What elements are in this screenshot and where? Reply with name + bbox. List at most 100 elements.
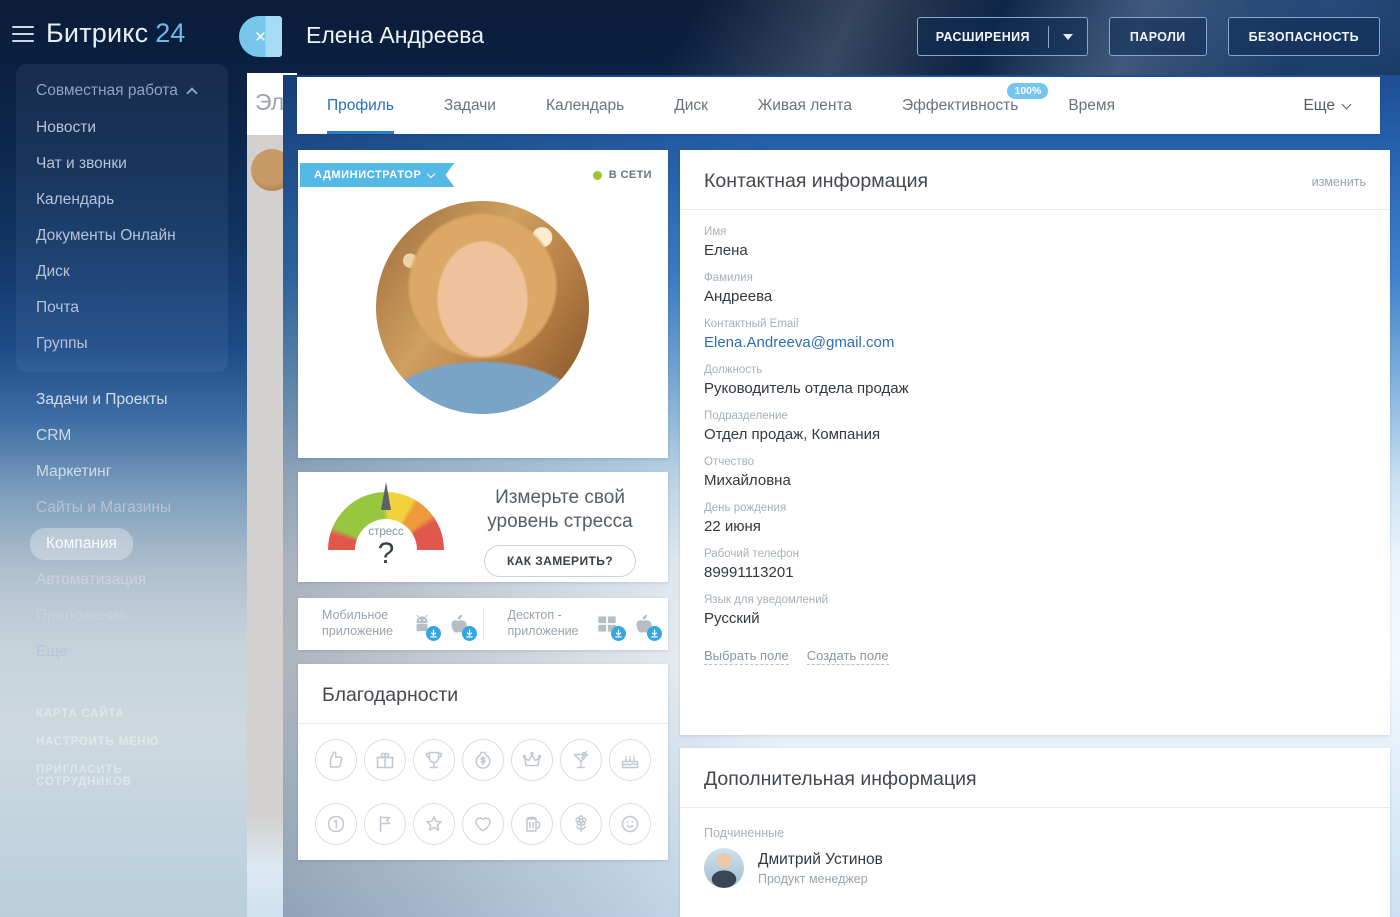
field-value: Елена xyxy=(704,242,1366,259)
stress-card: стресс ? Измерьте свой уровень стресса К… xyxy=(298,472,668,582)
heart-icon[interactable] xyxy=(462,803,504,845)
gift-icon[interactable] xyxy=(364,739,406,781)
sidebar-item-active[interactable]: Компания xyxy=(30,528,133,560)
subordinates-label: Подчиненные xyxy=(680,808,1390,848)
field-label: Отчество xyxy=(704,456,1366,468)
field-value: 22 июня xyxy=(704,518,1366,535)
subordinate-row[interactable]: Дмитрий Устинов Продукт менеджер xyxy=(680,848,1390,888)
download-icon xyxy=(647,626,662,641)
sidebar-item[interactable]: Календарь xyxy=(16,182,228,218)
sidebar-footer-link[interactable]: ПРИГЛАСИТЬ СОТРУДНИКОВ xyxy=(16,756,228,796)
field-value: Михайловна xyxy=(704,472,1366,489)
field-action-link[interactable]: Создать поле xyxy=(807,648,889,665)
extensions-button[interactable]: РАСШИРЕНИЯ xyxy=(917,17,1088,56)
sidebar-item[interactable]: Автоматизация xyxy=(16,562,228,598)
field-action-link[interactable]: Выбрать поле xyxy=(704,648,789,665)
sidebar-footer-link[interactable]: НАСТРОИТЬ МЕНЮ xyxy=(16,728,228,756)
sidebar-footer-link[interactable]: КАРТА САЙТА xyxy=(16,700,228,728)
gratitude-title: Благодарности xyxy=(298,664,668,723)
cake-icon[interactable] xyxy=(609,739,651,781)
mobile-app-label: Мобильное приложение xyxy=(322,608,399,639)
thumbs-up-icon[interactable] xyxy=(315,739,357,781)
download-icon xyxy=(426,626,441,641)
tab[interactable]: Календарь xyxy=(546,77,624,134)
contact-field: Язык для уведомлений Русский xyxy=(704,594,1366,627)
gauge-needle-icon xyxy=(381,482,391,510)
sidebar-item[interactable]: Документы Онлайн xyxy=(16,218,228,254)
trophy-icon[interactable] xyxy=(413,739,455,781)
sidebar-item[interactable]: Задачи и Проекты xyxy=(16,382,228,418)
tab-more[interactable]: Еще xyxy=(1303,77,1350,134)
field-value: 89991113201 xyxy=(704,564,1366,581)
sidebar-group-header[interactable]: Совместная работа xyxy=(16,72,228,110)
chevron-up-icon xyxy=(186,87,197,98)
tab[interactable]: Время xyxy=(1068,77,1115,134)
smiley-icon[interactable] xyxy=(609,803,651,845)
sidebar: Совместная работа НовостиЧат и звонкиКал… xyxy=(16,64,228,796)
windows-download-button[interactable] xyxy=(594,611,620,637)
sidebar-item[interactable]: Чат и звонки xyxy=(16,146,228,182)
security-button[interactable]: БЕЗОПАСНОСТЬ xyxy=(1228,17,1380,56)
sidebar-item[interactable]: Новости xyxy=(16,110,228,146)
field-label: Должность xyxy=(704,364,1366,376)
flower-icon[interactable] xyxy=(560,803,602,845)
field-value: Андреева xyxy=(704,288,1366,305)
sidebar-item[interactable]: Почта xyxy=(16,290,228,326)
tab[interactable]: Профиль xyxy=(327,77,394,134)
how-to-measure-button[interactable]: КАК ЗАМЕРИТЬ? xyxy=(484,545,636,577)
sidebar-item[interactable]: Сайты и Магазины xyxy=(16,490,228,526)
hamburger-icon[interactable] xyxy=(12,26,34,42)
field-label: Фамилия xyxy=(704,272,1366,284)
field-label: Подразделение xyxy=(704,410,1366,422)
tab[interactable]: Диск xyxy=(674,77,708,134)
chevron-down-icon xyxy=(1342,99,1352,109)
contact-footer-links: Выбрать поле Создать поле xyxy=(680,640,1390,673)
first-place-medal-icon[interactable] xyxy=(315,803,357,845)
sidebar-item[interactable]: Еще xyxy=(16,634,228,670)
page-title: Елена Андреева xyxy=(306,22,484,49)
profile-avatar[interactable] xyxy=(376,201,589,414)
tab[interactable]: Эффективность 100% xyxy=(902,77,1018,134)
field-label: Имя xyxy=(704,226,1366,238)
admin-role-badge[interactable]: АДМИНИСТРАТОР xyxy=(300,163,454,187)
profile-tabbar: Профиль Задачи Календарь Диск Живая лент… xyxy=(297,77,1380,134)
efficiency-badge: 100% xyxy=(1007,83,1048,99)
crown-icon[interactable] xyxy=(511,739,553,781)
desktop-app-label: Десктоп - приложение xyxy=(508,608,585,639)
tabs: Профиль Задачи Календарь Диск Живая лент… xyxy=(327,77,1165,134)
extensions-dropdown[interactable] xyxy=(1049,18,1087,55)
subordinate-role: Продукт менеджер xyxy=(758,872,883,886)
subordinate-name: Дмитрий Устинов xyxy=(758,851,883,869)
additional-info-card: Дополнительная информация Подчиненные Дм… xyxy=(680,748,1390,917)
mac-download-button[interactable] xyxy=(630,611,656,637)
field-label: Контактный Email xyxy=(704,318,1366,330)
stress-gauge-icon: стресс ? xyxy=(328,484,444,570)
tab[interactable]: Живая лента xyxy=(758,77,852,134)
sidebar-item[interactable]: Диск xyxy=(16,254,228,290)
flag-icon[interactable] xyxy=(364,803,406,845)
passwords-button[interactable]: ПАРОЛИ xyxy=(1109,17,1207,56)
field-label: День рождения xyxy=(704,502,1366,514)
money-bag-icon[interactable] xyxy=(462,739,504,781)
gauge-question-mark: ? xyxy=(328,537,444,571)
contact-field: Контактный Email Elena.Andreeva@gmail.co… xyxy=(704,318,1366,351)
android-download-button[interactable] xyxy=(409,611,435,637)
sidebar-item[interactable]: Группы xyxy=(16,326,228,362)
appstore-download-button[interactable] xyxy=(445,611,471,637)
tab[interactable]: Задачи xyxy=(444,77,496,134)
sidebar-item[interactable]: Приложения xyxy=(16,598,228,634)
star-icon[interactable] xyxy=(413,803,455,845)
sidebar-item[interactable]: Маркетинг xyxy=(16,454,228,490)
close-slider-button[interactable]: ✕ xyxy=(239,16,282,57)
sidebar-item[interactable]: CRM xyxy=(16,418,228,454)
beer-icon[interactable] xyxy=(511,803,553,845)
edit-link[interactable]: изменить xyxy=(1312,175,1366,189)
header-buttons: РАСШИРЕНИЯ ПАРОЛИ БЕЗОПАСНОСТЬ xyxy=(917,17,1380,56)
contact-field: Подразделение Отдел продаж, Компания xyxy=(704,410,1366,443)
contact-info-title: Контактная информация xyxy=(704,170,928,193)
brand-name: Битрикс24 xyxy=(46,18,185,49)
sidebar-group-items: НовостиЧат и звонкиКалендарьДокументы Он… xyxy=(16,110,228,362)
contact-field: Имя Елена xyxy=(704,226,1366,259)
cocktail-icon[interactable] xyxy=(560,739,602,781)
stress-text: Измерьте свой уровень стресса xyxy=(470,486,650,534)
